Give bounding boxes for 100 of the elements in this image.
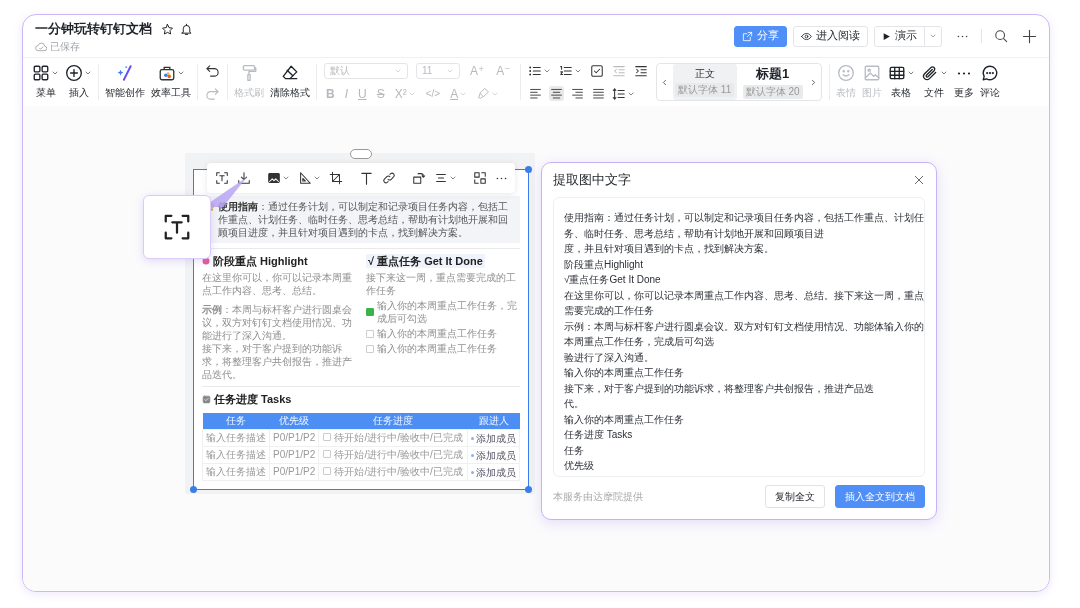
ai-writing-button[interactable]: 智能创作 <box>102 64 148 100</box>
extract-text-button[interactable] <box>215 171 229 185</box>
bold-button[interactable]: B <box>324 86 337 101</box>
insert-text-button[interactable]: 插入全文到文档 <box>835 485 925 508</box>
font-color-button[interactable]: A <box>448 86 470 101</box>
task-checkbox[interactable] <box>366 308 374 317</box>
replace-icon <box>473 171 487 185</box>
shape-button[interactable] <box>298 171 321 185</box>
clear-format-button[interactable]: 清除格式 <box>267 64 313 100</box>
extracted-text-line: 在这里你可以，你可以记录本周重点工作内容、思考、总结。接下来这一周，重点需要完成的工作任务 <box>564 288 924 318</box>
tools-button[interactable]: 效率工具 <box>148 64 194 100</box>
close-button[interactable] <box>913 174 925 186</box>
link-button[interactable] <box>382 171 396 185</box>
resize-handle[interactable] <box>190 485 197 493</box>
plus-icon <box>1022 28 1037 44</box>
caret-icon <box>906 69 915 77</box>
download-button[interactable] <box>237 171 251 185</box>
justify-button[interactable] <box>590 86 606 101</box>
align-button[interactable] <box>434 171 457 185</box>
play-icon <box>882 31 891 41</box>
underline-button[interactable]: U <box>356 86 369 101</box>
triangle-ruler-icon <box>298 171 312 185</box>
outdent-icon <box>611 63 626 78</box>
more-button[interactable]: 更多 <box>950 64 977 100</box>
increase-font-button[interactable]: A⁺ <box>468 63 487 78</box>
member-icon <box>471 454 475 458</box>
align-left-button[interactable] <box>527 86 543 101</box>
smiley-icon <box>836 64 855 82</box>
insert-button[interactable]: 插入 <box>62 64 95 100</box>
share-button[interactable]: 分享 <box>734 25 787 47</box>
grid-icon <box>32 64 50 82</box>
link-icon <box>382 171 396 185</box>
undo-button[interactable] <box>205 63 220 78</box>
task-checkbox[interactable] <box>366 344 374 353</box>
strikethrough-button[interactable]: S <box>374 86 387 101</box>
undo-icon <box>205 63 220 78</box>
text-icon <box>359 170 374 186</box>
paragraph-style-option[interactable]: 标题1 默认字体 20 <box>740 64 805 100</box>
paint-roller-icon <box>240 64 258 82</box>
reading-mode-button[interactable]: 进入阅读 <box>793 25 868 47</box>
align-icon <box>528 87 542 100</box>
status-checkbox[interactable] <box>323 433 332 442</box>
italic-button[interactable]: I <box>342 86 350 101</box>
more-button[interactable] <box>495 176 508 180</box>
extracted-text-line: 验进行了深入沟通。 <box>564 350 655 365</box>
decrease-font-button[interactable]: A⁻ <box>494 63 513 78</box>
line-spacing-button[interactable] <box>611 86 635 101</box>
section-heading: 任务进度 Tasks <box>214 392 292 407</box>
panel-title: 提取图中文字 <box>553 171 631 189</box>
menu-button[interactable]: 菜单 <box>29 64 62 100</box>
example-text: 示例：本周与标杆客户进行圆桌会议，双方对钉钉文档使用情况、功能进行了深入沟通。 <box>202 303 353 343</box>
hint-text: 接下来这一周，重点需要完成的工作任务 <box>366 271 517 298</box>
indent-button[interactable] <box>633 63 648 78</box>
crop-button[interactable] <box>329 171 343 185</box>
font-size-select[interactable]: 11 <box>416 62 460 79</box>
caret-icon <box>84 69 92 77</box>
text-button[interactable] <box>359 170 374 186</box>
paperclip-icon <box>920 64 939 82</box>
eraser-icon <box>281 64 299 82</box>
table-cell: 输入任务描述 <box>202 446 270 464</box>
drag-handle[interactable] <box>350 149 372 159</box>
section-heading: 阶段重点 Highlight <box>213 254 308 269</box>
hint-text: 在这里你可以，你可以记录本周重点工作内容、思考、总结。 <box>202 271 353 298</box>
cloud-check-icon <box>35 41 47 53</box>
more-icon[interactable] <box>956 34 969 38</box>
more-icon <box>495 176 508 180</box>
numbered-list-button[interactable] <box>558 63 582 78</box>
member-icon <box>471 471 475 475</box>
redo-icon <box>205 86 220 101</box>
superscript-button[interactable]: X² <box>392 86 418 101</box>
star-icon <box>161 23 174 36</box>
rotate-button[interactable] <box>412 171 426 185</box>
column-header: 任务进度 <box>318 412 468 430</box>
plus-circle-icon <box>65 64 83 82</box>
status-checkbox[interactable] <box>323 467 332 476</box>
status-checkbox[interactable] <box>323 450 332 459</box>
highlighter-icon <box>477 87 491 100</box>
image-style-button[interactable] <box>267 171 290 185</box>
replace-button[interactable] <box>473 171 487 185</box>
resize-handle[interactable] <box>525 485 532 493</box>
align-center-button[interactable] <box>548 86 564 101</box>
table-cell: 添加成员 <box>476 466 517 480</box>
search-icon <box>994 29 1008 43</box>
checkbox-icon <box>589 63 604 78</box>
align-right-button[interactable] <box>569 86 585 101</box>
table-button[interactable]: 表格 <box>884 64 918 100</box>
checklist-button[interactable] <box>589 63 604 78</box>
code-button[interactable]: </> <box>423 88 443 99</box>
font-family-select[interactable]: 默认 <box>324 62 408 79</box>
paragraph-style-option[interactable]: 正文 默认字体 11 <box>672 64 737 100</box>
task-checkbox[interactable] <box>366 329 374 338</box>
image-icon <box>862 64 881 82</box>
close-icon <box>913 174 925 186</box>
copy-text-button[interactable]: 复制全文 <box>765 485 825 508</box>
text-scan-icon <box>215 171 229 185</box>
file-button[interactable]: 文件 <box>917 64 951 100</box>
text-scan-icon <box>162 212 192 242</box>
comment-button[interactable]: 评论 <box>976 64 1003 100</box>
resize-handle[interactable] <box>525 166 532 173</box>
extracted-text-line: 任务 <box>564 443 585 458</box>
